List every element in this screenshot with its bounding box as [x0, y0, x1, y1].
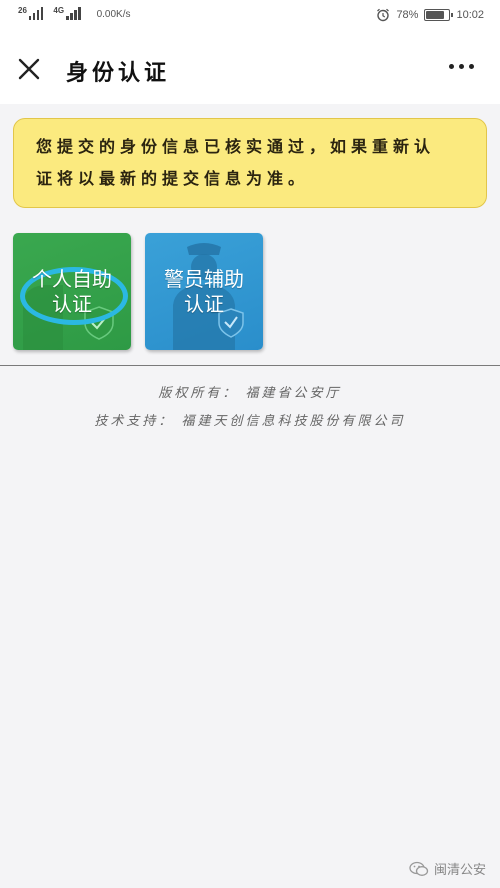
close-button[interactable] [16, 56, 42, 82]
battery-fill [426, 11, 444, 19]
signal-icon [28, 6, 44, 20]
tile-label-line-1: 个人自助 [32, 267, 112, 291]
tile-label-line-1: 警员辅助 [164, 267, 244, 291]
sim2-label: 4G [53, 6, 65, 15]
more-icon-dot [459, 64, 464, 69]
alarm-clock-icon [377, 8, 390, 22]
more-icon-dot [469, 64, 474, 69]
tech-support-text: 技术支持： 福建天创信息科技股份有限公司 [94, 414, 406, 429]
tile-label-line-2: 认证 [184, 292, 224, 316]
notice-line-1: 您提交的身份信息已核实通过，如果重新认 [36, 137, 436, 156]
more-icon-dot [449, 64, 454, 69]
status-right: 78% 10:02 [376, 8, 484, 22]
watermark-text: 闽清公安 [433, 863, 486, 878]
sim1-signal: 26 [18, 6, 44, 20]
self-service-auth-tile[interactable]: 个人自助 认证 [13, 233, 131, 350]
police-assisted-auth-tile[interactable]: 警员辅助 认证 [145, 233, 263, 350]
battery-percent: 78% [396, 9, 419, 21]
network-speed: 0.00K/s [96, 9, 131, 20]
more-button[interactable] [449, 60, 474, 73]
close-icon [18, 58, 40, 80]
nav-bar: 身份认证 [0, 34, 500, 104]
sim1-label: 26 [18, 6, 27, 15]
status-bar: 26 4G 0.00K/s 78% 10:02 [0, 0, 500, 34]
tile-label-line-2: 认证 [52, 292, 92, 316]
status-left: 26 4G 0.00K/s [18, 6, 131, 20]
battery-icon [424, 9, 454, 21]
notice-line-2: 证将以最新的提交信息为准。 [36, 169, 310, 188]
copyright-text: 版权所有： 福建省公安厅 [158, 386, 342, 401]
notice-banner: 您提交的身份信息已核实通过，如果重新认 证将以最新的提交信息为准。 [13, 118, 487, 208]
page-title: 身份认证 [66, 60, 171, 86]
signal-icon [66, 6, 81, 20]
watermark: 闽清公安 [409, 859, 486, 878]
divider [0, 365, 500, 366]
sim2-signal: 4G [53, 6, 81, 20]
clock-time: 10:02 [456, 9, 484, 21]
wechat-icon [409, 861, 429, 876]
